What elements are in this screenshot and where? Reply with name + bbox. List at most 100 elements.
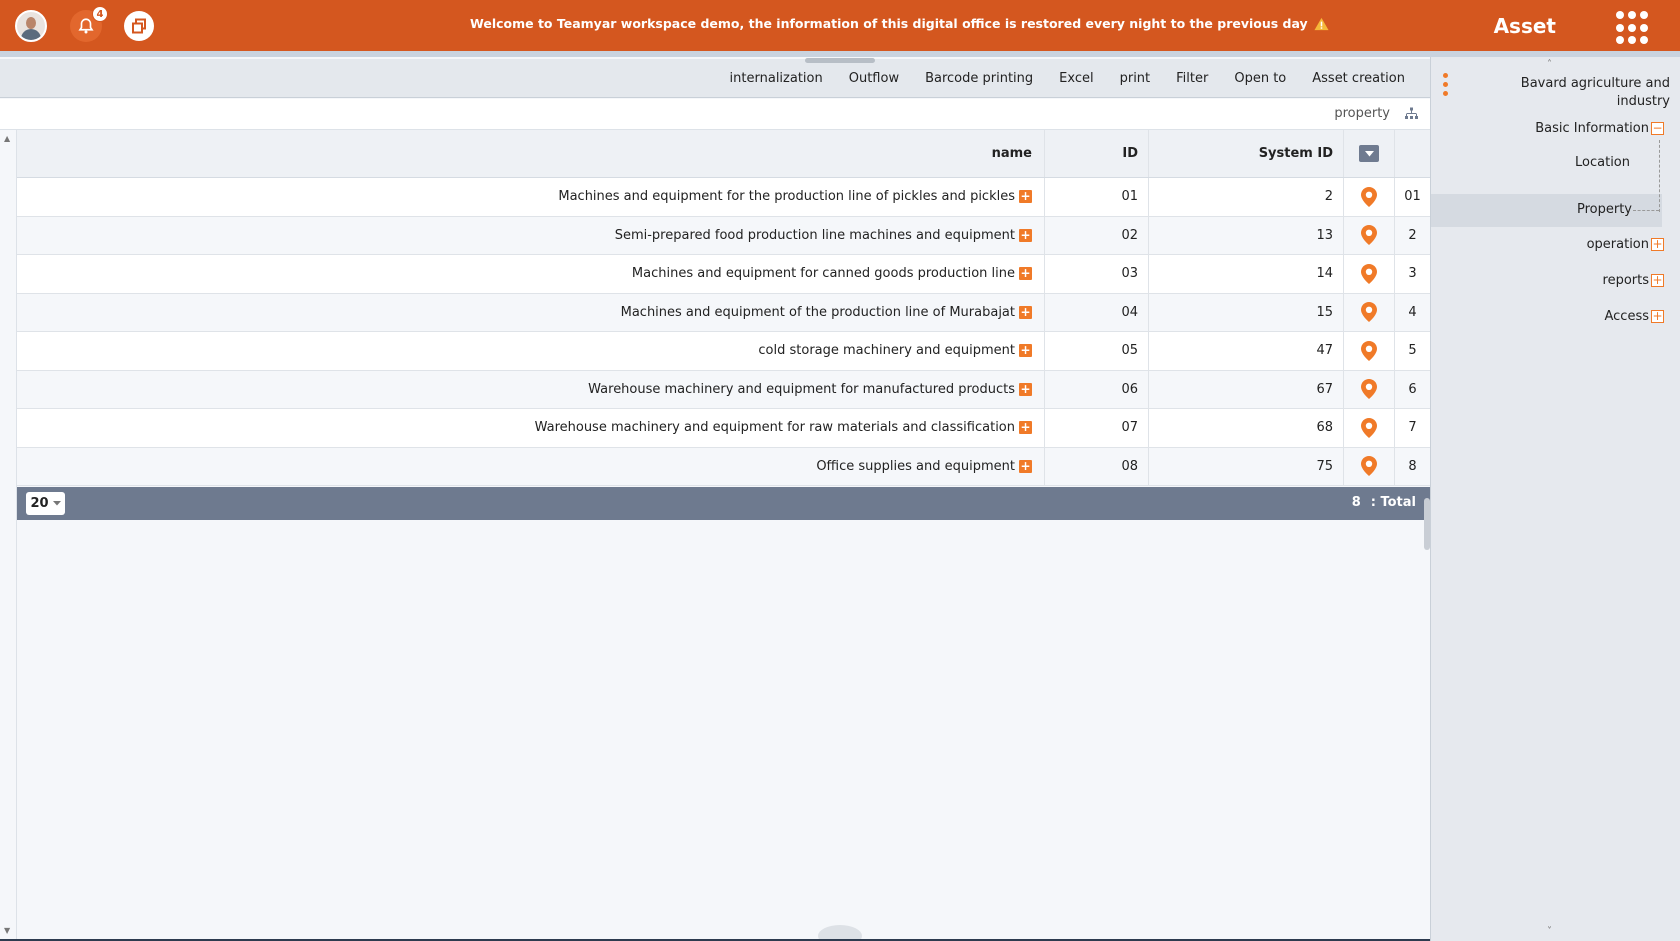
asset-name[interactable]: Machines and equipment of the production…	[621, 305, 1015, 320]
toolbar-excel[interactable]: Excel	[1046, 71, 1106, 86]
toolbar-drag-handle[interactable]	[805, 58, 875, 63]
column-header-system-id[interactable]: System ID	[1149, 130, 1344, 177]
warning-icon	[1314, 17, 1329, 30]
cell-id: 07	[1045, 409, 1149, 447]
table-row[interactable]: Machines and equipment for canned goods …	[17, 255, 1430, 294]
expand-row-icon[interactable]: +	[1019, 228, 1032, 242]
sidebar-item-location[interactable]: Location	[1575, 155, 1630, 170]
toolbar-filter[interactable]: Filter	[1163, 71, 1221, 86]
toolbar-asset-creation[interactable]: Asset creation	[1299, 71, 1418, 86]
location-pin-icon[interactable]	[1361, 417, 1377, 438]
total-count-value: 8	[1351, 495, 1361, 510]
table-row[interactable]: Office supplies and equipment +08 75 8	[17, 447, 1430, 486]
caret-down-icon	[1364, 150, 1374, 156]
asset-name[interactable]: Semi-prepared food production line machi…	[615, 228, 1015, 243]
asset-name[interactable]: Warehouse machinery and equipment for ra…	[535, 420, 1015, 435]
sidebar-item-label: Property	[1576, 202, 1632, 217]
vertical-scrollbar[interactable]: ▲ ▼	[0, 130, 17, 941]
topbar-divider	[0, 51, 1680, 57]
breadcrumb-property[interactable]: property	[1334, 106, 1390, 121]
sidebar-menu-icon[interactable]	[1443, 73, 1448, 96]
expand-row-icon[interactable]: +	[1019, 459, 1032, 473]
table-body: Machines and equipment for the productio…	[17, 178, 1430, 486]
expand-row-icon[interactable]: +	[1019, 382, 1032, 396]
collapse-icon[interactable]: −	[1651, 122, 1664, 135]
location-pin-icon[interactable]	[1361, 225, 1377, 246]
cell-system-id: 67	[1149, 370, 1344, 408]
location-pin-icon[interactable]	[1361, 340, 1377, 361]
cell-row-number: 5	[1408, 343, 1417, 359]
asset-name[interactable]: Machines and equipment for canned goods …	[632, 266, 1015, 281]
chevron-up-icon[interactable]: ˄	[1547, 59, 1552, 70]
toolbar-internalization[interactable]: internalization	[717, 71, 836, 86]
expand-row-icon[interactable]: +	[1019, 305, 1032, 319]
cell-name: Warehouse machinery and equipment for ma…	[17, 370, 1045, 408]
sidebar-item-property[interactable]: Property	[1577, 202, 1632, 217]
cell-location	[1344, 332, 1395, 370]
cell-id: 05	[1045, 332, 1149, 370]
table-row[interactable]: Machines and equipment for the productio…	[17, 178, 1430, 217]
location-pin-icon[interactable]	[1361, 263, 1377, 284]
user-avatar[interactable]	[15, 10, 47, 42]
toolbar-open-to[interactable]: Open to	[1221, 71, 1299, 86]
toolbar-items: internalization Outflow Barcode printing…	[717, 59, 1418, 98]
table-row[interactable]: Warehouse machinery and equipment for ra…	[17, 409, 1430, 448]
cell-location	[1344, 409, 1395, 447]
column-header-name[interactable]: name	[17, 130, 1045, 177]
sidebar-item-label: reports	[1602, 273, 1649, 288]
table-row[interactable]: Semi-prepared food production line machi…	[17, 216, 1430, 255]
cell-system-id: 13	[1149, 216, 1344, 254]
asset-name[interactable]: cold storage machinery and equipment	[758, 343, 1015, 358]
cell-system-id: 68	[1149, 409, 1344, 447]
sidebar-item-basic-information[interactable]: Basic Information −	[1535, 121, 1664, 136]
cell-id: 08	[1045, 447, 1149, 485]
asset-name[interactable]: Office supplies and equipment	[816, 459, 1015, 474]
toolbar-barcode-printing[interactable]: Barcode printing	[912, 71, 1046, 86]
cell-name: Machines and equipment of the production…	[17, 293, 1045, 331]
table-row[interactable]: Machines and equipment of the production…	[17, 293, 1430, 332]
expand-row-icon[interactable]: +	[1019, 190, 1032, 204]
hierarchy-icon[interactable]	[1405, 107, 1418, 120]
cell-system-id: 14	[1149, 255, 1344, 293]
scroll-up-icon[interactable]: ▲	[4, 134, 10, 143]
asset-name[interactable]: Machines and equipment for the productio…	[558, 189, 1015, 204]
expand-row-icon[interactable]: +	[1019, 344, 1032, 358]
location-pin-icon[interactable]	[1361, 302, 1377, 323]
location-pin-icon[interactable]	[1361, 186, 1377, 207]
scroll-down-icon[interactable]: ▼	[4, 926, 10, 935]
cell-location	[1344, 370, 1395, 408]
cell-location	[1344, 447, 1395, 485]
notification-badge: 4	[92, 6, 108, 22]
column-header-row-number	[1395, 130, 1430, 177]
caret-down-icon	[52, 501, 61, 506]
total-count: 8 : Total	[1352, 495, 1416, 510]
cell-row-number: 01	[1404, 189, 1421, 205]
windows-button[interactable]	[124, 11, 154, 41]
location-pin-icon[interactable]	[1361, 379, 1377, 400]
column-header-id[interactable]: ID	[1045, 130, 1149, 177]
page-size-select[interactable]: 20	[26, 492, 65, 515]
location-pin-icon[interactable]	[1361, 456, 1377, 477]
sidebar-item-access[interactable]: Access +	[1604, 309, 1664, 324]
apps-grid-icon[interactable]	[1616, 11, 1650, 45]
expand-row-icon[interactable]: +	[1019, 421, 1032, 435]
table-row[interactable]: cold storage machinery and equipment +05 4…	[17, 332, 1430, 371]
cell-row-number: 7	[1408, 420, 1417, 436]
sidebar-item-reports[interactable]: reports +	[1603, 273, 1664, 288]
sidebar-item-label: Basic Information	[1535, 121, 1649, 136]
column-menu-button[interactable]	[1359, 145, 1379, 162]
table-row[interactable]: Warehouse machinery and equipment for ma…	[17, 370, 1430, 409]
chevron-down-icon[interactable]: ˅	[1547, 926, 1552, 937]
expand-icon[interactable]: +	[1651, 238, 1664, 251]
toolbar-print[interactable]: print	[1107, 71, 1164, 86]
expand-row-icon[interactable]: +	[1019, 267, 1032, 281]
toolbar-outflow[interactable]: Outflow	[836, 71, 912, 86]
sidebar-item-operation[interactable]: operation +	[1587, 237, 1664, 252]
cell-row-number: 8	[1408, 458, 1417, 474]
column-header-menu	[1344, 130, 1395, 177]
expand-icon[interactable]: +	[1651, 310, 1664, 323]
expand-icon[interactable]: +	[1651, 274, 1664, 287]
asset-table: name ID System ID Machines and equipment…	[17, 130, 1430, 486]
cell-row-number: 6	[1408, 381, 1417, 397]
asset-name[interactable]: Warehouse machinery and equipment for ma…	[588, 382, 1015, 397]
